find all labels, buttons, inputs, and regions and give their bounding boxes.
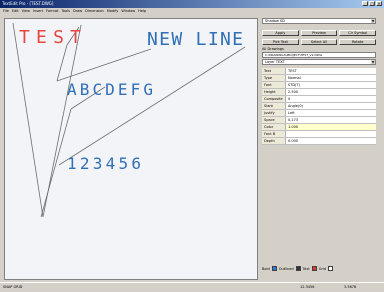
close-button[interactable]: × <box>376 1 382 6</box>
canvas-text-new-line[interactable]: NEW LINE <box>147 29 243 50</box>
property-key: Slant <box>262 103 286 109</box>
layer-combo[interactable]: Layer TEXT ▼ <box>262 59 376 65</box>
status-left: SNAP GRID <box>3 285 23 289</box>
property-key: Height <box>262 89 286 95</box>
chevron-down-icon[interactable]: ▼ <box>371 60 375 64</box>
property-value: 2.500 <box>288 90 299 94</box>
property-row-composite[interactable]: Composite 0 <box>262 96 376 103</box>
property-key: Depth <box>262 138 286 144</box>
property-value: STD(T) <box>288 83 300 87</box>
maximize-button[interactable]: □ <box>369 1 375 6</box>
swatch-text[interactable] <box>311 266 317 271</box>
property-key: Space <box>262 117 286 123</box>
property-row-depth[interactable]: Depth 0.000 <box>262 138 376 145</box>
leader-line <box>12 22 44 218</box>
menu-view[interactable]: View <box>22 8 30 15</box>
window-title: TextEdit Pro - [TEST.DWG] <box>2 1 54 6</box>
property-key: Composite <box>262 96 286 102</box>
property-row-justify[interactable]: Justify Left <box>262 110 376 117</box>
leader-line <box>56 48 152 82</box>
path-label: All Drawings <box>262 47 284 51</box>
select-all-button[interactable]: Select All <box>300 39 338 45</box>
menu-file[interactable]: File <box>3 8 9 15</box>
legend-label: Text <box>302 266 310 271</box>
layer-combo-value: Layer TEXT <box>265 60 285 64</box>
rotate-button[interactable]: Rotate <box>339 39 377 45</box>
menu-draw[interactable]: Draw <box>73 8 82 15</box>
property-key: Justify <box>262 110 286 116</box>
property-row-type[interactable]: Type Normal <box>262 75 376 82</box>
property-value: 1.000 <box>288 125 299 129</box>
status-x: 12.3456 <box>300 285 315 289</box>
style-combo[interactable]: Shadow SD ▼ <box>262 18 376 24</box>
path-field[interactable]: C:\DRAWINGS\PROJECT\TEST_V2.DWG <box>262 52 376 58</box>
drawing-canvas[interactable]: TEST NEW LINE ABCDEFG 123456 <box>4 18 258 280</box>
leader-line <box>56 44 68 82</box>
menu-bar: File Edit View Insert Format Tools Draw … <box>0 8 384 15</box>
property-row-text[interactable]: Text TEST <box>262 68 376 75</box>
property-key: Type <box>262 75 286 81</box>
menu-modify[interactable]: Modify <box>107 8 119 15</box>
swatch-grid[interactable] <box>328 266 334 271</box>
application-window: TextEdit Pro - [TEST.DWG] _ □ × File Edi… <box>0 0 384 292</box>
style-combo-value: Shadow SD <box>265 19 285 23</box>
clear-symbol-button[interactable]: Clr Symbol <box>339 30 377 36</box>
button-row-1: Apply Preview Clr Symbol <box>262 30 377 36</box>
legend-label: Bold <box>262 266 270 271</box>
property-value: Normal <box>288 76 301 80</box>
property-row-color[interactable]: Color 1.000 <box>262 124 376 131</box>
property-value: Left <box>288 111 295 115</box>
swatch-bold[interactable] <box>271 266 277 271</box>
menu-edit[interactable]: Edit <box>12 8 19 15</box>
property-row-space[interactable]: Space 0.173 <box>262 117 376 124</box>
menu-tools[interactable]: Tools <box>61 8 70 15</box>
legend-label: Grid <box>318 266 327 271</box>
preview-button[interactable]: Preview <box>300 30 338 36</box>
property-value: TEST <box>288 69 297 73</box>
pick-text-button[interactable]: Pick Text <box>262 39 299 45</box>
property-value: 0.173 <box>288 118 299 122</box>
window-controls: _ □ × <box>362 1 382 6</box>
color-legend: Bold Outlined Text Grid <box>262 266 334 271</box>
minimize-button[interactable]: _ <box>362 1 368 6</box>
legend-label: Outlined <box>278 266 294 271</box>
menu-window[interactable]: Window <box>121 8 135 15</box>
property-key: Font <box>262 82 286 88</box>
leader-line <box>58 46 246 166</box>
chevron-down-icon[interactable]: ▼ <box>371 19 375 23</box>
menu-format[interactable]: Format <box>46 8 58 15</box>
status-y: 3.5678 <box>344 285 357 289</box>
canvas-text-123456[interactable]: 123456 <box>67 154 141 173</box>
menu-help[interactable]: Help <box>138 8 146 15</box>
property-value: 0.000 <box>288 139 299 143</box>
property-row-slant[interactable]: Slant Angle(0) <box>262 103 376 110</box>
properties-panel: Shadow SD ▼ Apply Preview Clr Symbol Pic… <box>260 16 380 280</box>
canvas-text-abcdefg[interactable]: ABCDEFG <box>67 80 153 99</box>
property-value: 0 <box>288 97 291 101</box>
apply-button[interactable]: Apply <box>262 30 299 36</box>
swatch-outlined[interactable] <box>295 266 301 271</box>
property-key: Color <box>262 124 286 130</box>
property-value: Angle(0) <box>288 104 303 108</box>
property-row-font-b[interactable]: Font B <box>262 131 376 138</box>
property-row-height[interactable]: Height 2.500 <box>262 89 376 96</box>
menu-insert[interactable]: Insert <box>33 8 43 15</box>
button-row-2: Pick Text Select All Rotate <box>262 39 377 45</box>
property-key: Text <box>262 68 286 74</box>
title-bar: TextEdit Pro - [TEST.DWG] _ □ × <box>0 0 384 8</box>
canvas-text-test[interactable]: TEST <box>19 27 81 48</box>
property-key: Font B <box>262 131 286 137</box>
menu-dimension[interactable]: Dimension <box>85 8 104 15</box>
property-row-font[interactable]: Font STD(T) <box>262 82 376 89</box>
